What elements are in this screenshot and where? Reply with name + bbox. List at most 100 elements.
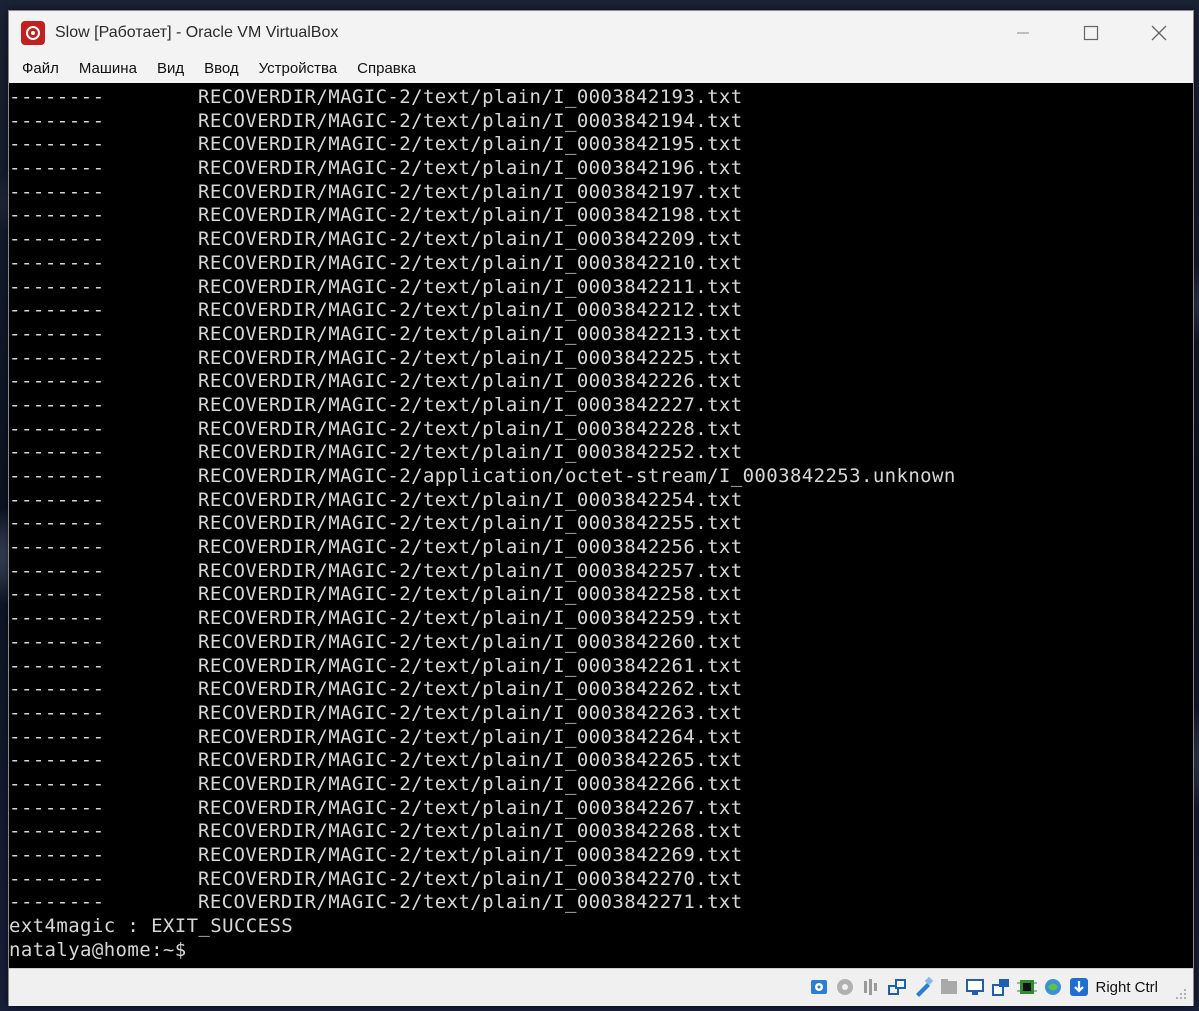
console-line: -------- RECOVERDIR/MAGIC-2/text/plain/I_… <box>9 441 956 465</box>
recovered-file-path: RECOVERDIR/MAGIC-2/text/plain/I_00038422… <box>198 678 743 701</box>
permission-field: -------- <box>9 109 105 132</box>
keyboard-capture-icon[interactable] <box>1069 977 1089 997</box>
permission-field: -------- <box>9 559 105 582</box>
permission-field: -------- <box>9 678 105 701</box>
recovered-file-path: RECOVERDIR/MAGIC-2/text/plain/I_00038422… <box>198 346 743 369</box>
permission-field: -------- <box>9 393 105 416</box>
window-title: Slow [Работает] - Oracle VM VirtualBox <box>55 24 339 41</box>
permission-field: -------- <box>9 204 105 227</box>
menu-view[interactable]: Вид <box>147 55 194 83</box>
permission-field: -------- <box>9 322 105 345</box>
recovered-file-path: RECOVERDIR/MAGIC-2/text/plain/I_00038422… <box>198 867 743 890</box>
recovered-file-path: RECOVERDIR/MAGIC-2/text/plain/I_00038422… <box>198 607 743 630</box>
console-line: -------- RECOVERDIR/MAGIC-2/application/o… <box>9 465 956 489</box>
console-line: -------- RECOVERDIR/MAGIC-2/text/plain/I_… <box>9 181 956 205</box>
permission-field: -------- <box>9 536 105 559</box>
permission-field: -------- <box>9 465 105 487</box>
menu-machine[interactable]: Машина <box>69 55 147 83</box>
usb-icon[interactable] <box>913 977 934 997</box>
recovered-file-path: RECOVERDIR/MAGIC-2/text/plain/I_00038422… <box>198 654 743 677</box>
console-line: -------- RECOVERDIR/MAGIC-2/text/plain/I_… <box>9 797 956 821</box>
recovered-file-path: RECOVERDIR/MAGIC-2/text/plain/I_00038422… <box>198 441 743 464</box>
permission-field: -------- <box>9 583 105 606</box>
status-bar: Right Ctrl <box>9 968 1193 1006</box>
console-line: -------- RECOVERDIR/MAGIC-2/text/plain/I_… <box>9 655 956 679</box>
recovered-file-path: RECOVERDIR/MAGIC-2/text/plain/I_00038422… <box>198 796 743 819</box>
menu-file[interactable]: Файл <box>9 55 69 83</box>
recovered-file-path: RECOVERDIR/MAGIC-2/text/plain/I_00038421… <box>198 180 743 203</box>
recovered-file-path: RECOVERDIR/MAGIC-2/text/plain/I_00038422… <box>198 275 743 298</box>
recovered-file-path: RECOVERDIR/MAGIC-2/text/plain/I_00038422… <box>198 488 743 511</box>
permission-field: -------- <box>9 725 105 748</box>
recovered-file-path: RECOVERDIR/MAGIC-2/text/plain/I_00038422… <box>198 512 743 535</box>
recovered-file-path: RECOVERDIR/MAGIC-2/text/plain/I_00038421… <box>198 204 743 227</box>
console-line: -------- RECOVERDIR/MAGIC-2/text/plain/I_… <box>9 86 956 110</box>
mouse-integration-icon[interactable] <box>1043 977 1063 997</box>
recovered-file-path: RECOVERDIR/MAGIC-2/text/plain/I_00038422… <box>198 583 743 606</box>
console-line: -------- RECOVERDIR/MAGIC-2/text/plain/I_… <box>9 394 956 418</box>
recovered-file-path: RECOVERDIR/MAGIC-2/text/plain/I_00038422… <box>198 228 743 251</box>
console-line: -------- RECOVERDIR/MAGIC-2/text/plain/I_… <box>9 204 956 228</box>
permission-field: -------- <box>9 820 105 843</box>
console-line: -------- RECOVERDIR/MAGIC-2/text/plain/I_… <box>9 347 956 371</box>
permission-field: -------- <box>9 180 105 203</box>
console-line: -------- RECOVERDIR/MAGIC-2/text/plain/I_… <box>9 133 956 157</box>
resize-grip-icon[interactable] <box>1175 988 1187 1000</box>
console-line: -------- RECOVERDIR/MAGIC-2/text/plain/I_… <box>9 252 956 276</box>
recovered-file-path: RECOVERDIR/MAGIC-2/text/plain/I_00038422… <box>198 251 743 274</box>
optical-drive-icon[interactable] <box>835 977 855 997</box>
vm-console[interactable]: -------- RECOVERDIR/MAGIC-2/text/plain/I_… <box>9 83 1193 968</box>
console-line: -------- RECOVERDIR/MAGIC-2/text/plain/I_… <box>9 512 956 536</box>
menu-devices[interactable]: Устройства <box>249 55 347 83</box>
permission-field: -------- <box>9 157 105 180</box>
virtualbox-window: Slow [Работает] - Oracle VM VirtualBox Ф… <box>8 10 1194 1006</box>
minimize-button[interactable] <box>989 11 1057 55</box>
close-button[interactable] <box>1125 11 1193 55</box>
permission-field: -------- <box>9 796 105 819</box>
console-line: -------- RECOVERDIR/MAGIC-2/text/plain/I_… <box>9 418 956 442</box>
audio-icon[interactable] <box>861 977 881 997</box>
menu-help[interactable]: Справка <box>347 55 426 83</box>
permission-field: -------- <box>9 654 105 677</box>
recovered-file-path: RECOVERDIR/MAGIC-2/text/plain/I_00038422… <box>198 820 743 843</box>
virtualbox-app-icon <box>21 21 45 45</box>
console-line: -------- RECOVERDIR/MAGIC-2/text/plain/I_… <box>9 678 956 702</box>
console-line: -------- RECOVERDIR/MAGIC-2/text/plain/I_… <box>9 489 956 513</box>
cpu-icon[interactable] <box>1017 977 1038 997</box>
permission-field: -------- <box>9 299 105 322</box>
console-line: -------- RECOVERDIR/MAGIC-2/text/plain/I_… <box>9 773 956 797</box>
recovered-file-path: RECOVERDIR/MAGIC-2/text/plain/I_00038422… <box>198 891 743 914</box>
permission-field: -------- <box>9 607 105 630</box>
shared-folders-icon[interactable] <box>939 977 959 997</box>
console-line: -------- RECOVERDIR/MAGIC-2/text/plain/I_… <box>9 276 956 300</box>
recovered-file-path: RECOVERDIR/MAGIC-2/text/plain/I_00038421… <box>198 157 743 180</box>
recovered-file-path: RECOVERDIR/MAGIC-2/text/plain/I_00038422… <box>198 299 743 322</box>
console-line: -------- RECOVERDIR/MAGIC-2/text/plain/I_… <box>9 702 956 726</box>
recovered-file-path: RECOVERDIR/MAGIC-2/text/plain/I_00038422… <box>198 701 743 724</box>
permission-field: -------- <box>9 417 105 440</box>
permission-field: -------- <box>9 488 105 511</box>
console-line: -------- RECOVERDIR/MAGIC-2/text/plain/I_… <box>9 110 956 134</box>
permission-field: -------- <box>9 441 105 464</box>
menu-input[interactable]: Ввод <box>194 55 249 83</box>
shell-prompt: natalya@home:~$ <box>9 938 187 961</box>
permission-field: -------- <box>9 370 105 393</box>
recovered-file-path: RECOVERDIR/MAGIC-2/text/plain/I_00038422… <box>198 749 743 772</box>
title-bar[interactable]: Slow [Работает] - Oracle VM VirtualBox <box>9 11 1193 55</box>
console-line: -------- RECOVERDIR/MAGIC-2/text/plain/I_… <box>9 749 956 773</box>
display-icon[interactable] <box>965 977 985 997</box>
recovered-file-path: RECOVERDIR/MAGIC-2/text/plain/I_00038422… <box>198 322 743 345</box>
permission-field: -------- <box>9 86 105 108</box>
console-line: -------- RECOVERDIR/MAGIC-2/text/plain/I_… <box>9 323 956 347</box>
network-icon[interactable] <box>887 977 907 997</box>
recovered-file-path: RECOVERDIR/MAGIC-2/text/plain/I_00038421… <box>198 86 743 108</box>
permission-field: -------- <box>9 891 105 914</box>
recording-icon[interactable] <box>991 977 1011 997</box>
permission-field: -------- <box>9 867 105 890</box>
permission-field: -------- <box>9 630 105 653</box>
console-line: -------- RECOVERDIR/MAGIC-2/text/plain/I_… <box>9 891 956 915</box>
permission-field: -------- <box>9 701 105 724</box>
console-line: -------- RECOVERDIR/MAGIC-2/text/plain/I_… <box>9 868 956 892</box>
hard-disk-icon[interactable] <box>809 977 829 997</box>
maximize-button[interactable] <box>1057 11 1125 55</box>
